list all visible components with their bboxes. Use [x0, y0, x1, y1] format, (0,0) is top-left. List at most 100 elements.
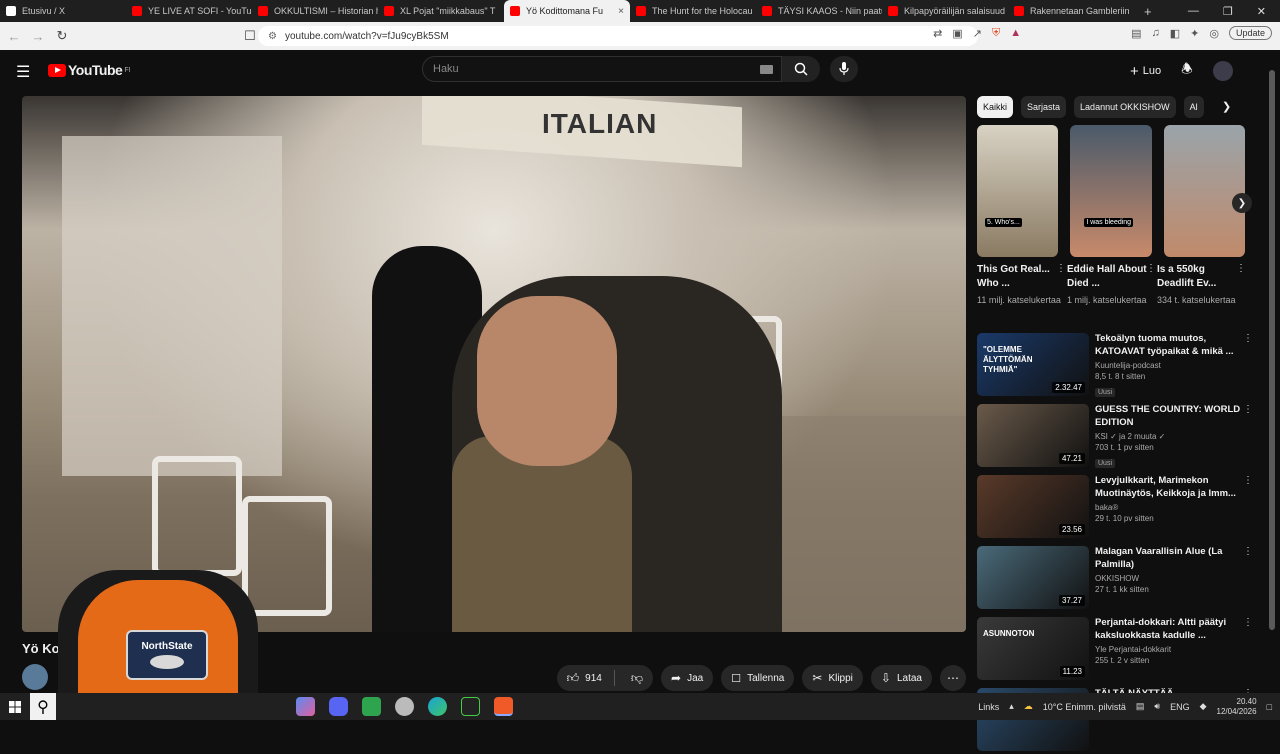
shorts-next-icon[interactable]: ❯: [1232, 193, 1252, 213]
url-input[interactable]: ⚙ youtube.com/watch?v=fJu9cyBk5SM: [258, 26, 978, 46]
recommendation-channel[interactable]: OKKISHOW: [1095, 574, 1241, 583]
green-app-icon[interactable]: [362, 697, 381, 716]
short-thumbnail[interactable]: 5. Who's...: [977, 125, 1059, 257]
short-meta[interactable]: This Got Real... Who ... 11 milj. katsel…: [977, 263, 1066, 307]
share-button[interactable]: ➦ Jaa: [661, 665, 714, 691]
edge-app-icon[interactable]: [428, 697, 447, 716]
recommendation-item[interactable]: 37.27 Malagan Vaarallisin Alue (La Palmil…: [977, 546, 1257, 612]
recommendation-title[interactable]: Malagan Vaarallisin Alue (La Palmilla): [1095, 546, 1241, 571]
short-menu-icon[interactable]: ⋮: [1236, 263, 1246, 274]
dislike-button[interactable]: 👎︎: [621, 671, 653, 686]
windows-start-icon[interactable]: [0, 700, 30, 713]
recommendation-menu-icon[interactable]: ⋮: [1243, 404, 1253, 415]
language-indicator[interactable]: ENG: [1170, 702, 1190, 712]
download-button[interactable]: ⇩ Lataa: [870, 665, 932, 691]
translate-icon[interactable]: ⇄: [933, 27, 942, 40]
weather-text[interactable]: 10°C Enimm. pilvistä: [1043, 702, 1126, 712]
brave-rewards-icon[interactable]: ▲: [1010, 27, 1021, 39]
recommendation-channel[interactable]: Kuuntelija-podcast: [1095, 361, 1241, 370]
recommendation-menu-icon[interactable]: ⋮: [1243, 546, 1253, 557]
taskbar-search-icon[interactable]: ⚲: [30, 693, 56, 720]
minimize-icon[interactable]: —: [1188, 5, 1199, 18]
new-tab-icon[interactable]: +: [1134, 4, 1162, 19]
back-icon[interactable]: ←: [4, 29, 24, 44]
browser-tab[interactable]: Yö Kodittomana Fu ×: [504, 0, 630, 22]
recommendation-menu-icon[interactable]: ⋮: [1243, 333, 1253, 344]
video-thumbnail[interactable]: "OLEMME ÄLYTTÖMÄN TYHMIÄ" 2.32.47: [977, 333, 1089, 396]
youtube-logo[interactable]: YouTube FI: [48, 62, 131, 78]
window-close-icon[interactable]: ✕: [1257, 5, 1266, 18]
browser-tab[interactable]: XL Pojat "miikkabaus" T: [378, 0, 504, 22]
browser-tab[interactable]: TÄYSI KAAOS - Niin paatu: [756, 0, 882, 22]
recommendation-title[interactable]: Perjantai-dokkari: Altti päätyi kaksluok…: [1095, 617, 1241, 642]
network-icon[interactable]: ▤: [1136, 701, 1145, 712]
filter-chip[interactable]: Al: [1183, 96, 1204, 118]
recommendation-title[interactable]: Tekoälyn tuoma muutos, KATOAVAT työpaika…: [1095, 333, 1241, 358]
weather-icon[interactable]: ☁: [1024, 701, 1033, 712]
notifications-bell-icon[interactable]: 🕭: [1181, 60, 1193, 82]
short-meta[interactable]: Is a 550kg Deadlift Ev... 334 t. katselu…: [1157, 263, 1246, 307]
notifications-icon[interactable]: □: [1267, 702, 1272, 712]
discord-app-icon[interactable]: [329, 697, 348, 716]
recommendation-channel[interactable]: Yle Perjantai-dokkarit: [1095, 645, 1241, 654]
brave-app-icon[interactable]: [494, 697, 513, 716]
scrollbar-thumb[interactable]: [1269, 70, 1275, 630]
short-thumbnail[interactable]: I was bleeding: [1070, 125, 1152, 257]
recommendation-channel[interactable]: KSI ✓ ja 2 muuta ✓: [1095, 432, 1241, 441]
search-button[interactable]: [782, 56, 820, 82]
video-player[interactable]: ITALIAN: [22, 96, 966, 632]
more-actions-button[interactable]: ⋯: [940, 665, 966, 691]
video-thumbnail[interactable]: 37.27: [977, 546, 1089, 609]
forward-icon[interactable]: →: [28, 29, 48, 44]
search-input[interactable]: Haku: [422, 56, 782, 82]
short-menu-icon[interactable]: ⋮: [1146, 263, 1156, 274]
sidebar-icon[interactable]: ◧: [1170, 27, 1180, 40]
clock[interactable]: 20.40 12/04/2026: [1217, 697, 1257, 717]
recommendation-item[interactable]: ASUNNOTON 11.23 Perjantai-dokkari: Altti p…: [977, 617, 1257, 683]
short-menu-icon[interactable]: ⋮: [1056, 263, 1066, 274]
share-page-icon[interactable]: ↗: [973, 27, 982, 40]
recommendation-menu-icon[interactable]: ⋮: [1243, 475, 1253, 486]
recommendation-menu-icon[interactable]: ⋮: [1243, 617, 1253, 628]
update-button[interactable]: Update: [1228, 26, 1272, 40]
bookmark-icon[interactable]: ☐: [240, 28, 260, 44]
short-meta[interactable]: Eddie Hall About Died ... 1 milj. katsel…: [1067, 263, 1156, 307]
extensions-icon[interactable]: ▤: [1131, 27, 1141, 40]
links-toolbar[interactable]: Links: [978, 702, 999, 712]
reload-icon[interactable]: ↻: [52, 28, 72, 44]
chevron-right-icon[interactable]: ❯: [1222, 100, 1231, 113]
clip-button[interactable]: ✂ Klippi: [802, 665, 863, 691]
browser-tab[interactable]: Rakennetaan Gambleriin: [1008, 0, 1134, 22]
browser-tab[interactable]: OKKULTISMI – Historian hu: [252, 0, 378, 22]
create-button[interactable]: + Luo: [1130, 63, 1161, 80]
channel-avatar[interactable]: [22, 664, 48, 690]
play-app-icon[interactable]: [461, 697, 480, 716]
save-button[interactable]: ☐ Tallenna: [721, 665, 795, 691]
video-thumbnail[interactable]: 23.56: [977, 475, 1089, 538]
filter-chip[interactable]: Sarjasta: [1021, 96, 1067, 118]
recommendation-channel[interactable]: baka®: [1095, 503, 1241, 512]
cast-icon[interactable]: ▣: [952, 27, 962, 40]
recommendation-item[interactable]: 23.56 Levyjulkkarit, Marimekon Muotinäytö…: [977, 475, 1257, 541]
account-avatar[interactable]: [1212, 61, 1233, 81]
wifi-icon[interactable]: ◆: [1200, 701, 1207, 712]
video-thumbnail[interactable]: 47.21: [977, 404, 1089, 467]
keyboard-icon[interactable]: [760, 65, 773, 74]
brave-shield-icon[interactable]: ⛨: [992, 27, 1000, 40]
tab-close-icon[interactable]: ×: [618, 6, 624, 17]
recommendation-item[interactable]: 47.21 GUESS THE COUNTRY: WORLD EDITION KSI…: [977, 404, 1257, 470]
browser-tab[interactable]: Kilpapyöräilijän salaisuud: [882, 0, 1008, 22]
maximize-icon[interactable]: ❐: [1223, 5, 1233, 18]
widgets-app-icon[interactable]: [296, 697, 315, 716]
video-thumbnail[interactable]: ASUNNOTON 11.23: [977, 617, 1089, 680]
voice-search-button[interactable]: [830, 56, 858, 82]
browser-tab[interactable]: YE LIVE AT SOFI - YouTube: [126, 0, 252, 22]
site-info-icon[interactable]: ⚙: [268, 31, 277, 42]
media-icon[interactable]: ♫: [1151, 27, 1159, 39]
shield-app-icon[interactable]: [395, 697, 414, 716]
short-thumbnail[interactable]: [1163, 125, 1245, 257]
page-scrollbar[interactable]: [1268, 56, 1276, 696]
tray-expand-icon[interactable]: ▴: [1009, 701, 1014, 712]
filter-chip[interactable]: Ladannut OKKISHOW: [1074, 96, 1176, 118]
like-button[interactable]: 👍︎ 914: [567, 671, 602, 686]
